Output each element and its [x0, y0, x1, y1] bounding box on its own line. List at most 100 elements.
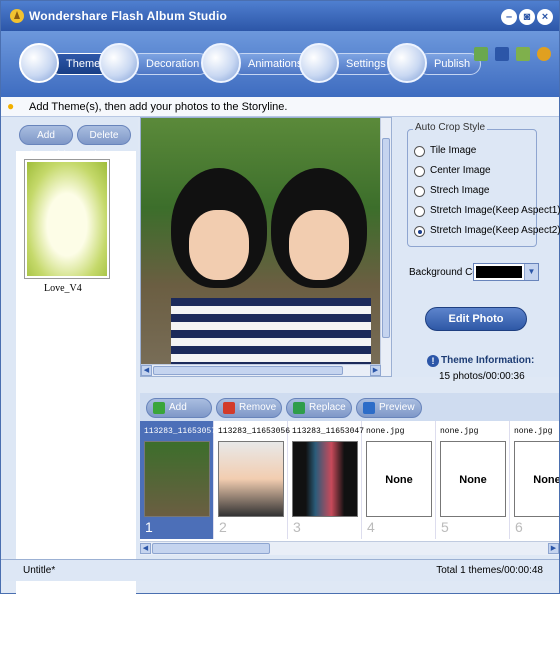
remove-icon [223, 402, 235, 414]
restore-button[interactable]: ◙ [519, 9, 535, 25]
film-icon [201, 43, 241, 83]
radio-center-image[interactable]: Center Image [414, 164, 538, 180]
auto-crop-group: Tile Image Center Image Strech Image Str… [407, 129, 560, 247]
tab-settings[interactable]: Settings [299, 43, 397, 83]
storyline-item[interactable]: none.jpg None 6 [510, 421, 559, 539]
scroll-right-icon[interactable]: ▶ [548, 543, 559, 554]
background-color-picker[interactable]: ▼ [473, 263, 539, 281]
radio-dot [414, 186, 425, 197]
radio-label: Strech Image [430, 185, 490, 196]
radio-label: Center Image [430, 165, 491, 176]
scroll-left-icon[interactable]: ◀ [141, 365, 152, 376]
color-swatch [476, 266, 522, 278]
storyline-scroll-thumb[interactable] [152, 543, 270, 554]
replace-label: Replace [309, 402, 346, 413]
preview-label: Preview [379, 402, 415, 413]
main-nav: Theme Decoration Animations Settings Pub… [1, 31, 559, 97]
item-number: 4 [367, 519, 375, 535]
remove-photo-button[interactable]: Remove [216, 398, 282, 418]
storyline-item[interactable]: 113283_11653056 2 [214, 421, 291, 539]
item-number: 2 [219, 519, 227, 535]
tab-theme[interactable]: Theme [19, 43, 112, 83]
preview-horizontal-scrollbar[interactable]: ◀ ▶ [141, 364, 381, 376]
replace-icon [293, 402, 305, 414]
scroll-left-icon[interactable]: ◀ [140, 543, 151, 554]
window-title: Wondershare Flash Album Studio [29, 9, 228, 23]
edit-photo-button[interactable]: Edit Photo [425, 307, 527, 331]
project-summary: Total 1 themes/00:00:48 [436, 565, 543, 576]
empty-thumbnail: None [366, 441, 432, 517]
minimize-button[interactable]: – [501, 9, 517, 25]
photo-thumbnail [292, 441, 358, 517]
options-panel: Tile Image Center Image Strech Image Str… [393, 117, 560, 382]
notes-icon[interactable] [473, 47, 488, 61]
title-bar: Wondershare Flash Album Studio – ◙ × [1, 1, 559, 31]
radio-tile-image[interactable]: Tile Image [414, 144, 538, 160]
photo-thumbnail [144, 441, 210, 517]
item-number: 1 [145, 519, 153, 535]
theme-list: Love_V4 [16, 151, 136, 671]
item-filename: none.jpg [440, 427, 479, 436]
preview-photo [141, 118, 381, 376]
vertical-scroll-thumb[interactable] [382, 138, 390, 338]
scroll-right-icon[interactable]: ▶ [370, 365, 381, 376]
girl-face-right [289, 210, 349, 280]
replace-photo-button[interactable]: Replace [286, 398, 352, 418]
add-label: Add [169, 402, 187, 413]
item-filename: 113283_11653056 [218, 427, 291, 436]
export-icon[interactable] [515, 47, 530, 61]
tab-decoration-label: Decoration [129, 53, 211, 75]
app-logo-icon [10, 9, 24, 23]
storyline-item[interactable]: none.jpg None 4 [362, 421, 436, 539]
radio-label: Stretch Image(Keep Aspect1) [430, 205, 560, 216]
theme-icon [19, 43, 59, 83]
radio-stretch-aspect1[interactable]: Stretch Image(Keep Aspect1) [414, 204, 560, 220]
item-number: 6 [515, 519, 523, 535]
tab-animations[interactable]: Animations [201, 43, 314, 83]
tab-publish[interactable]: Publish [387, 43, 482, 83]
radio-stretch-aspect2[interactable]: Stretch Image(Keep Aspect2) [414, 224, 560, 240]
theme-info-value: 15 photos/00:00:36 [439, 371, 525, 382]
bulb-icon: ● [7, 99, 15, 113]
theme-name: Love_V4 [44, 283, 82, 294]
add-photo-button[interactable]: Add [146, 398, 212, 418]
info-icon: ! [427, 355, 439, 367]
storyline-item[interactable]: 113283_11653057 1 [140, 421, 217, 539]
item-filename: 113283_11653057 [144, 427, 217, 436]
radio-dot [414, 166, 425, 177]
radio-dot [414, 146, 425, 157]
storyline-item[interactable]: none.jpg None 5 [436, 421, 510, 539]
empty-thumbnail: None [514, 441, 559, 517]
horizontal-scroll-thumb[interactable] [153, 366, 343, 375]
preview-button[interactable]: Preview [356, 398, 422, 418]
storyline-item[interactable]: 113283_11653047 3 [288, 421, 365, 539]
delete-theme-button[interactable]: Delete Theme [77, 125, 131, 161]
radio-dot [414, 226, 425, 237]
empty-thumbnail: None [440, 441, 506, 517]
item-number: 3 [293, 519, 301, 535]
storyline-scrollbar[interactable]: ◀ ▶ [140, 541, 559, 555]
item-filename: none.jpg [366, 427, 405, 436]
hint-bar: ● Add Theme(s), then add your photos to … [1, 97, 559, 117]
chevron-down-icon[interactable]: ▼ [524, 264, 538, 280]
theme-thumbnail[interactable] [24, 159, 110, 279]
close-button[interactable]: × [537, 9, 553, 25]
user-icon[interactable] [537, 47, 551, 61]
item-filename: 113283_11653047 [292, 427, 365, 436]
storyline-toolbar: Add Remove Replace Preview [140, 393, 559, 421]
girl-face-left [189, 210, 249, 280]
theme-preview-image [27, 162, 107, 276]
add-theme-button[interactable]: Add Theme(s) [19, 125, 73, 161]
theme-info-title: Theme Information: [441, 355, 535, 366]
project-name: Untitle* [23, 565, 56, 576]
radio-dot [414, 206, 425, 217]
preview-vertical-scrollbar[interactable] [380, 118, 391, 376]
hint-text: Add Theme(s), then add your photos to th… [29, 101, 288, 113]
save-icon[interactable] [494, 47, 509, 61]
radio-stretch-image[interactable]: Strech Image [414, 184, 538, 200]
app-window: Wondershare Flash Album Studio – ◙ × The… [0, 0, 560, 671]
radio-label: Tile Image [430, 145, 477, 156]
auto-crop-title: Auto Crop Style [413, 122, 488, 133]
tab-decoration[interactable]: Decoration [99, 43, 211, 83]
palette-icon [99, 43, 139, 83]
